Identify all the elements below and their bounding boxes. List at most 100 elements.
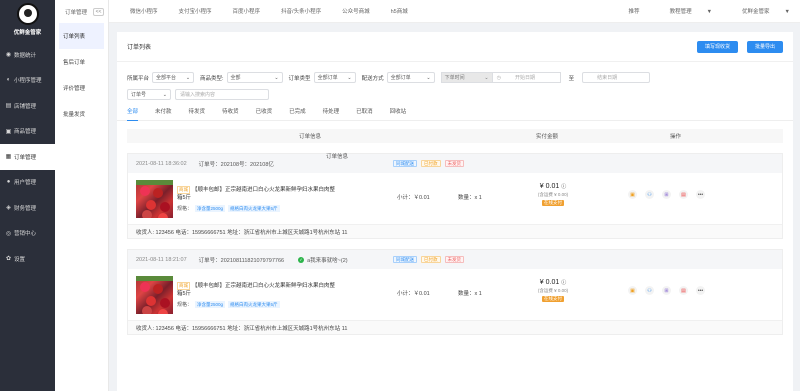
delivery-badge: 同城配送 <box>393 256 417 263</box>
print-icon[interactable]: ▣ <box>628 286 637 295</box>
col-actions: 操作 <box>670 134 682 140</box>
tab-cancelled[interactable]: 已取消 <box>356 107 373 121</box>
tab-to-receive[interactable]: 待收货 <box>222 107 239 121</box>
tab-all[interactable]: 全部 <box>127 107 139 121</box>
product-image[interactable] <box>136 179 173 218</box>
date-to-label: 至 <box>568 75 575 82</box>
tab-official-account[interactable]: 公众号商城 <box>342 7 370 15</box>
subnav-item-batch-ship[interactable]: 批量发货 <box>55 101 108 127</box>
col-paid: 实付金额 <box>536 134 559 140</box>
cart-icon[interactable]: ⊞ <box>662 190 671 199</box>
search-placeholder: 请输入搜索内容 <box>180 92 216 98</box>
share-icon[interactable]: ⚇ <box>645 190 654 199</box>
product-spec: 规格： 净含量2500g 规格白肉火龙果大果5斤 <box>177 300 337 308</box>
paid-badge: 已付款 <box>421 256 441 263</box>
nav-item-users[interactable]: ● 用户管理 <box>0 170 55 196</box>
order-card: 2021-08-11 18:36:02 订单号：202108号：202108亿 … <box>127 153 783 239</box>
spec-tag: 规格白肉火龙果大果5斤 <box>228 204 280 212</box>
shipping-fee: (含运费 ¥ 0.00) <box>537 192 569 197</box>
tab-baidu-mini[interactable]: 百度小程序 <box>233 7 261 15</box>
order-type-select[interactable]: 全部订单 ⌄ <box>313 72 356 83</box>
tab-h5[interactable]: h5商城 <box>391 7 408 15</box>
order-info-overlay: 订单信息 <box>326 154 349 160</box>
chevron-down-icon: ⌄ <box>185 74 191 81</box>
subnav-item-order-list[interactable]: 订单列表 <box>59 23 104 49</box>
nav-label: 设置 <box>14 256 26 263</box>
tab-completed[interactable]: 已完成 <box>289 107 306 121</box>
collapse-icon[interactable]: << <box>93 7 104 16</box>
date-type-select[interactable]: 下单时间 ⌄ <box>440 72 493 83</box>
quantity: 数量：x 1 <box>458 291 482 297</box>
paid-amount-value: ¥ 0.01 <box>539 279 560 286</box>
tab-received[interactable]: 已收货 <box>256 107 273 121</box>
user-icon: ● <box>6 179 11 186</box>
export-button[interactable]: 批量导出 <box>746 40 783 53</box>
subnav-title: 订单管理 <box>65 9 88 16</box>
nav-label: 店铺管理 <box>14 103 37 110</box>
search-input[interactable]: 请输入搜索内容 <box>175 89 269 100</box>
order-badges: 同城配送 已付款 未发货 <box>393 160 468 167</box>
product-title[interactable]: 商城 【顺丰包邮】正宗越南进口白心火龙果新鲜孕妇水果白肉整箱5斤 <box>177 281 337 298</box>
share-icon[interactable]: ⚇ <box>645 286 654 295</box>
nav-item-store[interactable]: ▤ 店铺管理 <box>0 93 55 119</box>
delivery-select[interactable]: 全部订单 ⌄ <box>386 72 435 83</box>
pay-method-tag: 在线支付 <box>542 200 564 206</box>
order-number[interactable]: 订单号：202108号：202108亿 <box>199 160 274 168</box>
tutorial-menu[interactable]: 教程管理 ▼ <box>655 7 712 15</box>
info-icon[interactable]: ⓘ <box>561 184 566 190</box>
subnav-item-aftersale[interactable]: 售后订单 <box>55 49 108 75</box>
nav-item-finance[interactable]: ◈ 财务管理 <box>0 195 55 221</box>
order-card: 2021-08-11 18:21:07 订单号：2021081118210797… <box>127 249 783 335</box>
tab-douyin-mini[interactable]: 抖音/头条小程序 <box>281 7 321 15</box>
platform-value: 全部平台 <box>156 75 177 81</box>
tab-pending[interactable]: 待处理 <box>323 107 340 121</box>
tab-alipay-mini[interactable]: 支付宝小程序 <box>179 7 212 15</box>
chevron-down-icon: ⌄ <box>162 91 167 98</box>
product-image[interactable] <box>136 275 173 314</box>
delivery-value: 全部订单 <box>390 75 411 81</box>
tab-to-ship[interactable]: 待发货 <box>189 107 206 121</box>
info-icon[interactable]: ⓘ <box>561 280 566 286</box>
main-sidebar: 优鲜金管家 ◉ 数据统计 ◐ 小程序管理 ▤ 店铺管理 ▣ 商品管理 ▦ 订单管理 ● 用户… <box>0 0 55 391</box>
more-icon[interactable]: ••• <box>696 190 705 199</box>
tab-recycle-bin[interactable]: 回收站 <box>390 107 407 121</box>
filter-row-2: 订单号 ⌄ 请输入搜索内容 <box>127 88 783 101</box>
subnav-item-reviews[interactable]: 评价管理 <box>55 75 108 101</box>
print-icon[interactable]: ▣ <box>628 190 637 199</box>
product-info: 商城 【顺丰包邮】正宗越南进口白心火龙果新鲜孕妇水果白肉整箱5斤 规格： 净含量2… <box>177 185 337 212</box>
product-info: 商城 【顺丰包邮】正宗越南进口白心火龙果新鲜孕妇水果白肉整箱5斤 规格： 净含量2… <box>177 281 337 308</box>
nav-item-miniprogram[interactable]: ◐ 小程序管理 <box>0 68 55 94</box>
header-buttons: 填写现收货 批量导出 <box>696 40 783 53</box>
nav-item-dashboard[interactable]: ◉ 数据统计 <box>0 42 55 68</box>
nav-label: 订单管理 <box>14 154 37 161</box>
start-date-input[interactable]: ◷ 开始日期 <box>492 72 561 83</box>
more-icon[interactable]: ••• <box>696 286 705 295</box>
nav-item-settings[interactable]: ✿ 设置 <box>0 246 55 272</box>
chevron-down-icon: ▼ <box>706 9 713 15</box>
platform-select[interactable]: 全部平台 ⌄ <box>152 72 195 83</box>
filter-area: 所属平台 全部平台 ⌄ 商品类型: 全部 ⌄ 订单类型 全部订单 ⌄ 配送方式 全部订… <box>117 62 793 101</box>
nav-item-goods[interactable]: ▣ 商品管理 <box>0 119 55 145</box>
user-menu[interactable]: 优鲜金管家 ▼ <box>727 7 790 15</box>
order-number[interactable]: 订单号：202108111821079797766 <box>199 256 284 264</box>
message-icon[interactable]: ▤ <box>679 286 688 295</box>
ship-status-badge: 未发货 <box>444 160 464 167</box>
tab-wechat-mini[interactable]: 微信小程序 <box>130 7 158 15</box>
cart-icon[interactable]: ⊞ <box>662 286 671 295</box>
settings-icon: ✿ <box>5 256 12 263</box>
support-link[interactable]: 推荐 <box>629 7 640 15</box>
nav-item-orders[interactable]: ▦ 订单管理 <box>0 144 55 170</box>
order-body: 商城 【顺丰包邮】正宗越南进口白心火龙果新鲜孕妇水果白肉整箱5斤 规格： 净含量2… <box>128 173 782 225</box>
filter-row-1: 所属平台 全部平台 ⌄ 商品类型: 全部 ⌄ 订单类型 全部订单 ⌄ 配送方式 全部订… <box>127 71 783 84</box>
end-date-input[interactable]: 结束日期 <box>582 72 651 83</box>
nav-item-marketing[interactable]: ◎ 营销中心 <box>0 221 55 247</box>
search-field-select[interactable]: 订单号 ⌄ <box>127 89 171 100</box>
message-icon[interactable]: ▤ <box>679 190 688 199</box>
product-type-select[interactable]: 全部 ⌄ <box>226 72 283 83</box>
product-title[interactable]: 商城 【顺丰包邮】正宗越南进口白心火龙果新鲜孕妇水果白肉整箱5斤 <box>177 185 337 202</box>
order-badges: 同城配送 已付款 未发货 <box>393 256 468 263</box>
nav-label: 商品管理 <box>14 129 37 136</box>
batch-ship-button[interactable]: 填写现收货 <box>696 40 738 53</box>
miniprogram-icon: ◐ <box>6 77 11 84</box>
tab-unpaid[interactable]: 未付款 <box>155 107 172 121</box>
